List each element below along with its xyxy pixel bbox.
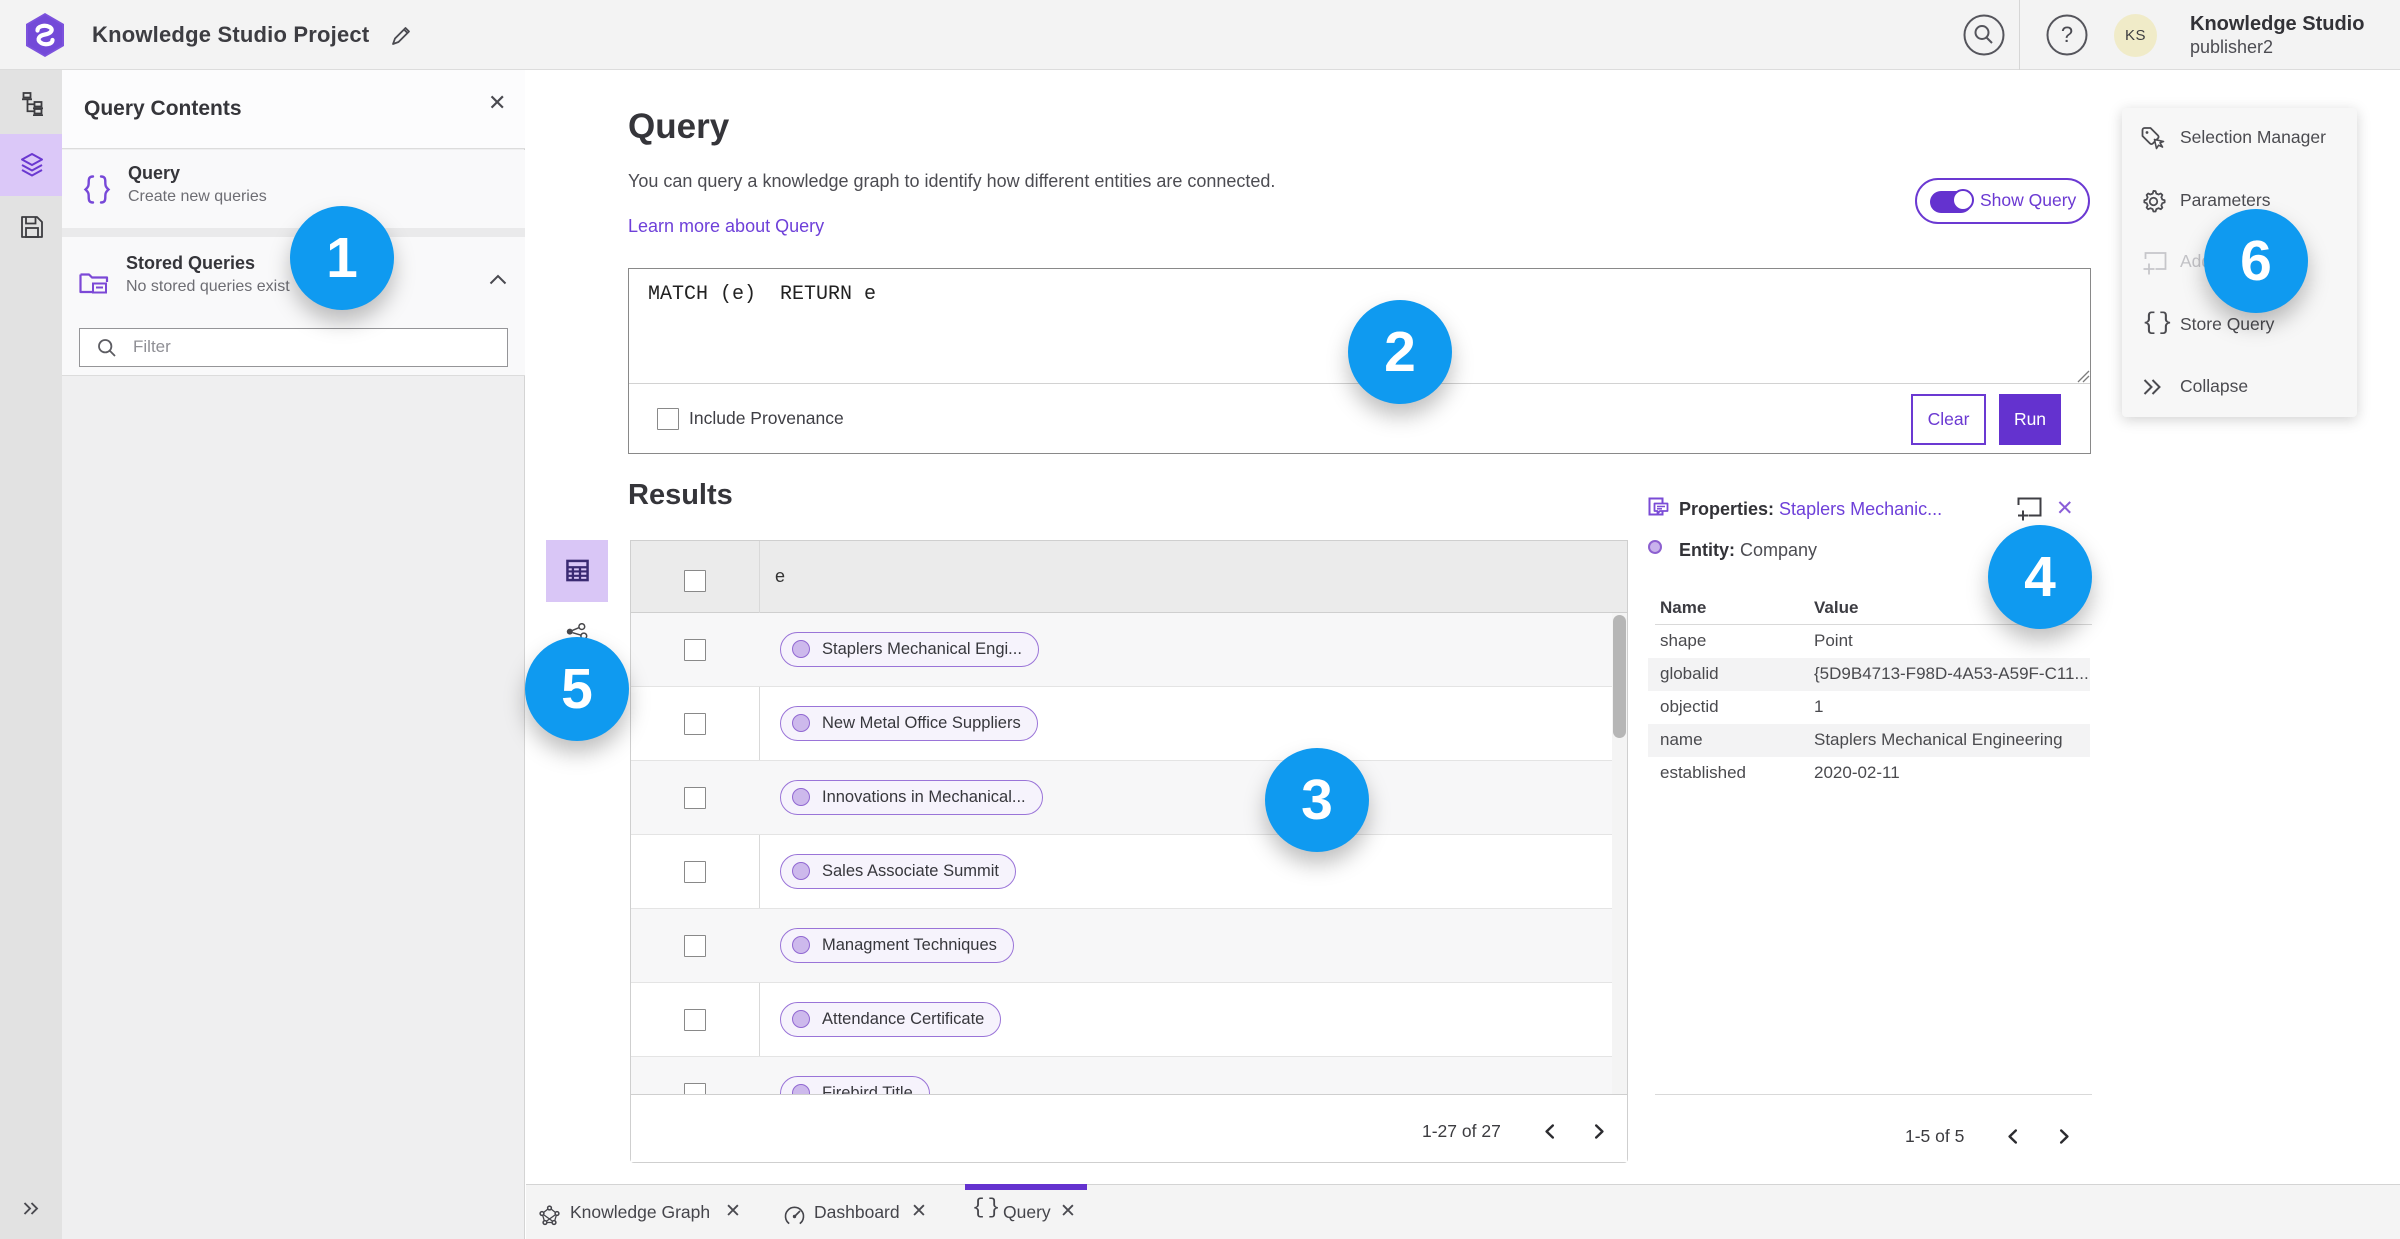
svg-text:?: ? <box>2061 22 2073 47</box>
